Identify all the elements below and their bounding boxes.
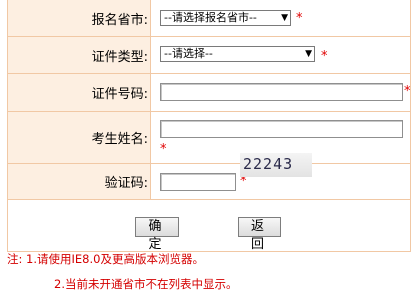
id-type-row: 证件类型: --请选择-- ▼ * (8, 37, 410, 74)
captcha-image[interactable]: 22243 (240, 153, 312, 177)
id-type-select-value: --请选择-- (164, 47, 213, 60)
name-row: 考生姓名: * (8, 112, 410, 164)
province-select-value: --请选择报名省市-- (164, 11, 257, 24)
captcha-label: 验证码: (8, 164, 151, 199)
note-line-2: 2.当前未开通省市不在列表中显示。 (54, 277, 238, 291)
required-mark: * (160, 142, 167, 157)
note-line-1: 注: 1.请使用IE8.0及更高版本浏览器。 (7, 252, 204, 266)
province-select[interactable]: --请选择报名省市-- ▼ (160, 10, 291, 26)
confirm-button[interactable]: 确 定 (135, 217, 179, 252)
captcha-text: 22243 (243, 155, 294, 173)
dropdown-arrow-icon: ▼ (305, 49, 312, 59)
id-type-label: 证件类型: (8, 37, 151, 73)
province-row: 报名省市: --请选择报名省市-- ▼ * (8, 0, 410, 37)
name-input[interactable] (160, 120, 403, 138)
back-button[interactable]: 返 回 (238, 217, 281, 252)
captcha-row: 验证码: * (8, 164, 410, 200)
buttons-row (8, 200, 410, 252)
required-mark: * (404, 84, 411, 99)
province-label: 报名省市: (8, 0, 151, 36)
registration-form: 报名省市: --请选择报名省市-- ▼ * 证件类型: --请选择-- ▼ * … (7, 0, 411, 252)
required-mark: * (321, 49, 328, 64)
id-number-row: 证件号码: * (8, 74, 411, 112)
required-mark: * (296, 11, 303, 26)
id-number-label: 证件号码: (8, 74, 151, 111)
id-type-select[interactable]: --请选择-- ▼ (160, 46, 315, 62)
name-label: 考生姓名: (8, 112, 151, 163)
dropdown-arrow-icon: ▼ (281, 13, 288, 23)
id-number-input[interactable] (160, 83, 403, 101)
captcha-input[interactable] (160, 173, 236, 191)
